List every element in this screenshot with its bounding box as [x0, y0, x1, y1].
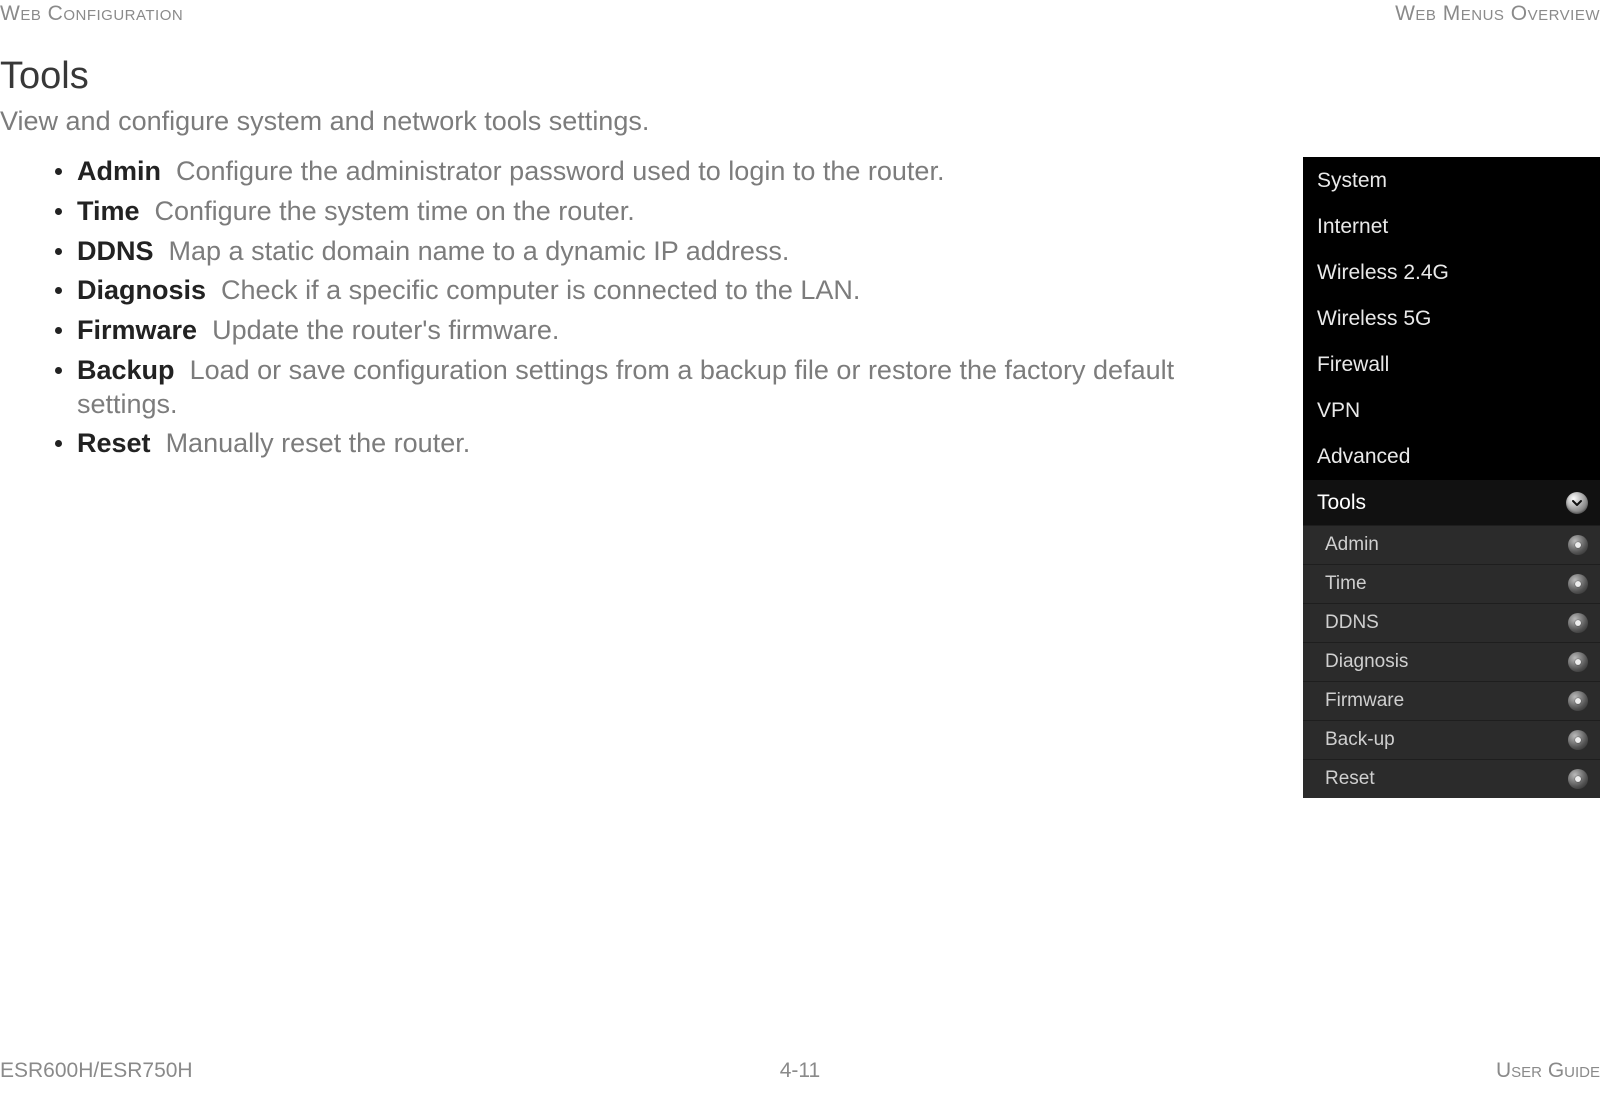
item-term: Backup [77, 355, 175, 385]
bullet-icon [1568, 535, 1588, 555]
menu-item-system[interactable]: System [1303, 157, 1600, 203]
item-desc: Load or save configuration settings from… [77, 355, 1174, 419]
submenu-item-backup[interactable]: Back-up [1303, 720, 1600, 759]
submenu-item-reset[interactable]: Reset [1303, 759, 1600, 798]
chevron-down-icon[interactable] [1566, 492, 1588, 514]
item-term: DDNS [77, 236, 154, 266]
item-desc: Manually reset the router. [166, 428, 471, 458]
item-desc: Check if a specific computer is connecte… [221, 275, 860, 305]
bullet-icon [1568, 652, 1588, 672]
menu-label: Firewall [1317, 353, 1389, 377]
item-term: Reset [77, 428, 151, 458]
item-desc: Configure the system time on the router. [155, 196, 635, 226]
submenu-label: Reset [1325, 768, 1375, 790]
menu-label: Advanced [1317, 445, 1410, 469]
bullet-icon [1568, 691, 1588, 711]
submenu-item-diagnosis[interactable]: Diagnosis [1303, 642, 1600, 681]
submenu-item-ddns[interactable]: DDNS [1303, 603, 1600, 642]
list-item: DDNS Map a static domain name to a dynam… [55, 235, 1263, 269]
submenu-label: Firmware [1325, 690, 1404, 712]
item-desc: Configure the administrator password use… [176, 156, 944, 186]
menu-item-internet[interactable]: Internet [1303, 203, 1600, 249]
header-left: Web Configuration [0, 2, 183, 26]
menu-label: VPN [1317, 399, 1360, 423]
menu-item-vpn[interactable]: VPN [1303, 387, 1600, 433]
bullet-icon [1568, 613, 1588, 633]
submenu-item-firmware[interactable]: Firmware [1303, 681, 1600, 720]
menu-item-wireless-24g[interactable]: Wireless 2.4G [1303, 249, 1600, 295]
menu-label: Internet [1317, 215, 1388, 239]
submenu-label: Back-up [1325, 729, 1395, 751]
bullet-icon [1568, 574, 1588, 594]
submenu-label: Diagnosis [1325, 651, 1408, 673]
menu-label: Wireless 5G [1317, 307, 1431, 331]
router-menu-screenshot: System Internet Wireless 2.4G Wireless 5… [1303, 157, 1600, 798]
menu-label: Tools [1317, 491, 1366, 515]
item-desc: Map a static domain name to a dynamic IP… [169, 236, 790, 266]
section-subtitle: View and configure system and network to… [0, 106, 1600, 137]
submenu-label: Time [1325, 573, 1367, 595]
list-item: Firmware Update the router's firmware. [55, 314, 1263, 348]
tools-list: Admin Configure the administrator passwo… [0, 155, 1263, 461]
item-term: Diagnosis [77, 275, 206, 305]
submenu-label: Admin [1325, 534, 1379, 556]
header-right: Web Menus Overview [1395, 2, 1600, 26]
list-item: Diagnosis Check if a specific computer i… [55, 274, 1263, 308]
submenu-item-time[interactable]: Time [1303, 564, 1600, 603]
menu-item-tools[interactable]: Tools [1303, 479, 1600, 525]
section-title: Tools [0, 55, 1600, 98]
footer-right: User Guide [1496, 1059, 1600, 1083]
footer-center: 4-11 [780, 1059, 820, 1083]
menu-item-firewall[interactable]: Firewall [1303, 341, 1600, 387]
list-item: Admin Configure the administrator passwo… [55, 155, 1263, 189]
bullet-icon [1568, 730, 1588, 750]
submenu-label: DDNS [1325, 612, 1379, 634]
submenu-item-admin[interactable]: Admin [1303, 525, 1600, 564]
list-item: Reset Manually reset the router. [55, 427, 1263, 461]
item-term: Firmware [77, 315, 197, 345]
item-desc: Update the router's firmware. [212, 315, 559, 345]
item-term: Time [77, 196, 140, 226]
item-term: Admin [77, 156, 161, 186]
list-item: Time Configure the system time on the ro… [55, 195, 1263, 229]
menu-label: System [1317, 169, 1387, 193]
menu-item-wireless-5g[interactable]: Wireless 5G [1303, 295, 1600, 341]
footer-left: ESR600H/ESR750H [0, 1059, 193, 1083]
bullet-icon [1568, 769, 1588, 789]
menu-item-advanced[interactable]: Advanced [1303, 433, 1600, 479]
list-item: Backup Load or save configuration settin… [55, 354, 1263, 422]
menu-label: Wireless 2.4G [1317, 261, 1449, 285]
